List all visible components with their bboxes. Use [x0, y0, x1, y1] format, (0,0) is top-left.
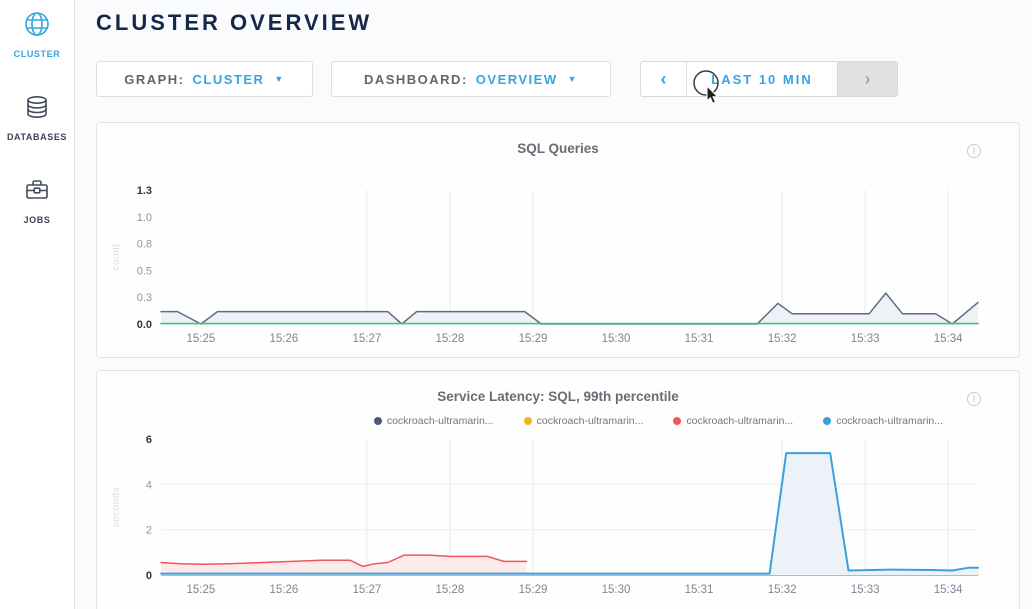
chevron-right-icon: › [865, 69, 871, 90]
sidebar-item-label: DATABASES [7, 132, 67, 142]
time-range-prev-button[interactable]: ‹ [641, 62, 687, 96]
svg-text:15:30: 15:30 [602, 584, 631, 596]
svg-text:15:28: 15:28 [436, 584, 465, 596]
svg-text:1.3: 1.3 [137, 185, 152, 197]
svg-text:15:29: 15:29 [519, 584, 548, 596]
svg-text:15:32: 15:32 [768, 333, 797, 345]
svg-text:count: count [111, 244, 122, 271]
svg-text:0: 0 [146, 570, 152, 582]
svg-text:15:29: 15:29 [519, 333, 548, 345]
time-range-value-button[interactable]: LAST 10 MIN [687, 62, 837, 96]
time-range-next-button[interactable]: › [837, 62, 897, 96]
dashboard-dropdown-label: DASHBOARD: [364, 72, 468, 87]
svg-text:15:26: 15:26 [270, 333, 299, 345]
chart-card-service-latency: Service Latency: SQL, 99th percentile ! … [96, 370, 1020, 609]
svg-text:15:25: 15:25 [187, 333, 216, 345]
caret-down-icon: ▼ [274, 74, 284, 84]
svg-text:6: 6 [146, 434, 152, 446]
svg-text:15:27: 15:27 [353, 584, 382, 596]
caret-down-icon: ▼ [568, 74, 578, 84]
svg-text:15:33: 15:33 [851, 333, 880, 345]
sidebar-item-label: JOBS [24, 215, 51, 225]
svg-text:15:34: 15:34 [934, 584, 963, 596]
main-content: CLUSTER OVERVIEW GRAPH: CLUSTER ▼ DASHBO… [75, 0, 1032, 609]
svg-text:0.8: 0.8 [137, 239, 152, 251]
sidebar: CLUSTER DATABASES JOBS [0, 0, 75, 609]
svg-text:0.0: 0.0 [137, 319, 152, 331]
sidebar-item-cluster[interactable]: CLUSTER [14, 10, 61, 59]
graph-dropdown[interactable]: GRAPH: CLUSTER ▼ [96, 61, 313, 97]
svg-text:4: 4 [146, 479, 152, 491]
sidebar-item-label: CLUSTER [14, 49, 61, 59]
svg-text:15:27: 15:27 [353, 333, 382, 345]
svg-text:15:34: 15:34 [934, 333, 963, 345]
svg-text:15:30: 15:30 [602, 333, 631, 345]
svg-text:15:33: 15:33 [851, 584, 880, 596]
svg-text:0.5: 0.5 [137, 265, 152, 277]
globe-icon [23, 10, 51, 43]
svg-text:15:25: 15:25 [187, 584, 216, 596]
graph-dropdown-label: GRAPH: [124, 72, 184, 87]
service-latency-chart[interactable]: 6 4 2 0 15:25 15:26 15:27 15:28 15:29 15:30 15:31 1… [97, 371, 1021, 609]
sql-queries-chart[interactable]: 1.3 1.0 0.8 0.5 0.3 0.0 15:25 15:26 15:27 15:28 15… [97, 123, 1021, 359]
sidebar-item-jobs[interactable]: JOBS [23, 176, 51, 225]
svg-text:0.3: 0.3 [137, 292, 152, 304]
page-title: CLUSTER OVERVIEW [96, 10, 372, 36]
svg-text:15:32: 15:32 [768, 584, 797, 596]
svg-text:1.0: 1.0 [137, 212, 152, 224]
svg-text:seconds: seconds [111, 487, 122, 528]
graph-dropdown-value: CLUSTER [192, 72, 264, 87]
chevron-left-icon: ‹ [661, 69, 667, 90]
svg-text:15:28: 15:28 [436, 333, 465, 345]
sidebar-item-databases[interactable]: DATABASES [7, 93, 67, 142]
svg-text:2: 2 [146, 525, 152, 537]
svg-text:15:26: 15:26 [270, 584, 299, 596]
jobs-icon [23, 176, 51, 209]
chart-card-sql-queries: SQL Queries ! 1.31.00.80.50.30.015:2515:… [96, 122, 1020, 358]
svg-text:15:31: 15:31 [685, 584, 714, 596]
databases-icon [23, 93, 51, 126]
svg-text:15:31: 15:31 [685, 333, 714, 345]
dashboard-dropdown[interactable]: DASHBOARD: OVERVIEW ▼ [331, 61, 611, 97]
dashboard-dropdown-value: OVERVIEW [476, 72, 558, 87]
time-range-selector: ‹ LAST 10 MIN › [640, 61, 898, 97]
